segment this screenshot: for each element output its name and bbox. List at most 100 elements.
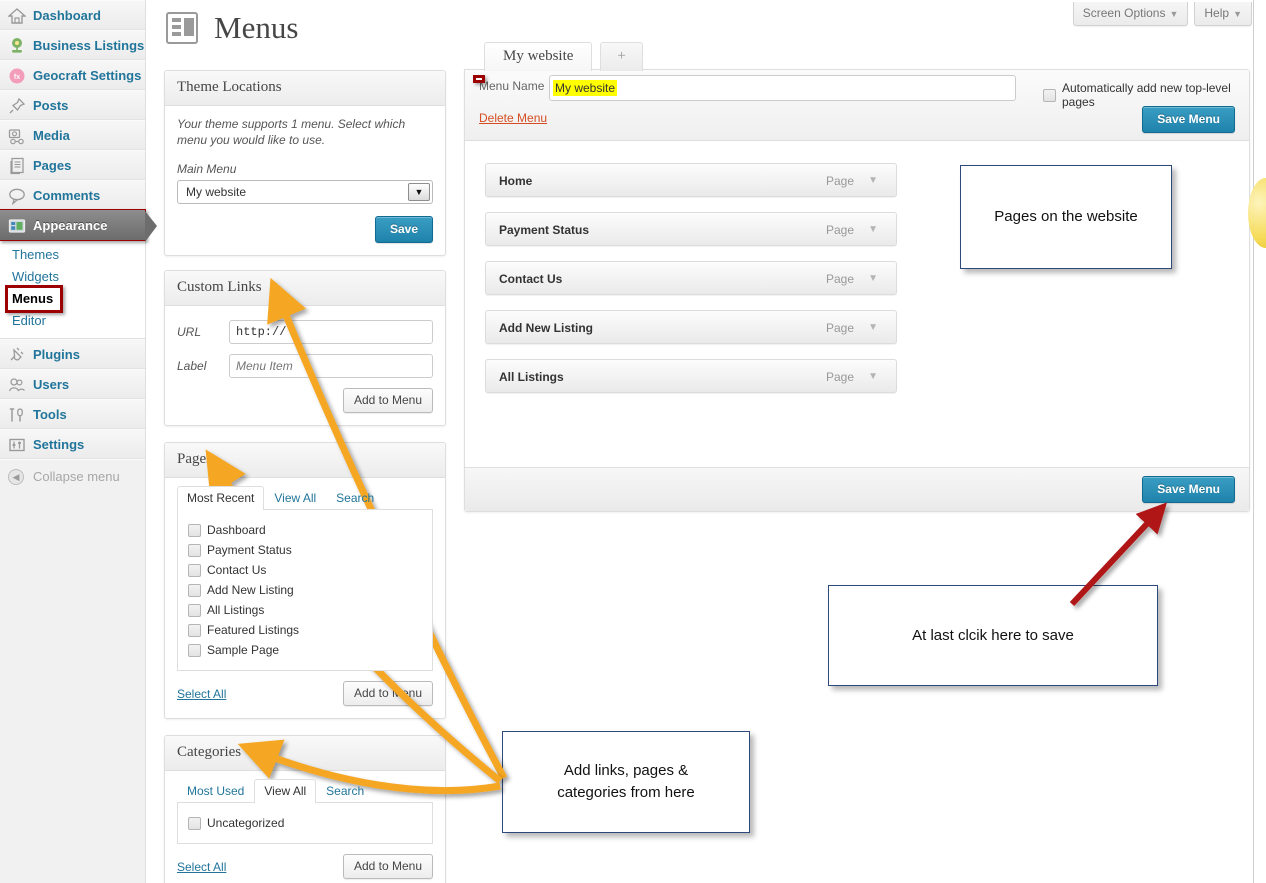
tab-add-menu[interactable]: + bbox=[600, 42, 642, 71]
chevron-down-icon[interactable]: ▼ bbox=[868, 262, 878, 296]
collapse-menu-label: Collapse menu bbox=[33, 469, 120, 484]
categories-add-to-menu-button[interactable]: Add to Menu bbox=[343, 854, 433, 879]
tab-my-website[interactable]: My website bbox=[484, 42, 592, 71]
menu-item-row[interactable]: All ListingsPage▼ bbox=[485, 359, 897, 393]
url-label: URL bbox=[177, 325, 229, 339]
custom-link-url-input[interactable] bbox=[229, 320, 433, 344]
pages-list-item[interactable]: Contact Us bbox=[188, 560, 424, 580]
sidebar-item-settings[interactable]: Settings bbox=[0, 429, 145, 459]
categories-tab-search[interactable]: Search bbox=[316, 779, 374, 803]
sidebar-item-tools[interactable]: Tools bbox=[0, 399, 145, 429]
sidebar-item-label: Users bbox=[33, 377, 69, 392]
delete-menu-link[interactable]: Delete Menu bbox=[479, 111, 547, 125]
custom-links-add-to-menu-button[interactable]: Add to Menu bbox=[343, 388, 433, 413]
menu-name-value: My website bbox=[553, 80, 617, 96]
submenu-item-widgets[interactable]: Widgets bbox=[0, 266, 145, 288]
pages-list-item[interactable]: Add New Listing bbox=[188, 580, 424, 600]
theme-locations-box: Theme Locations Your theme supports 1 me… bbox=[164, 70, 446, 256]
sidebar-item-posts[interactable]: Posts bbox=[0, 90, 145, 120]
pages-tab-search[interactable]: Search bbox=[326, 486, 384, 510]
checkbox[interactable] bbox=[188, 584, 201, 597]
menu-tabs: My website + bbox=[484, 42, 643, 71]
menu-item-row[interactable]: HomePage▼ bbox=[485, 163, 897, 197]
sidebar-secondary-menu: Plugins Users ToolsSettings bbox=[0, 339, 145, 459]
sidebar-item-geocraft-settings[interactable]: fxGeocraft Settings bbox=[0, 60, 145, 90]
sidebar-item-appearance[interactable]: Appearance bbox=[0, 210, 145, 240]
menu-name-input[interactable]: My website bbox=[549, 75, 1016, 101]
theme-locations-save-button[interactable]: Save bbox=[375, 216, 433, 243]
checkbox[interactable] bbox=[188, 524, 201, 537]
pages-tab-most-recent[interactable]: Most Recent bbox=[177, 486, 264, 510]
theme-location-selected-value: My website bbox=[186, 185, 246, 199]
page-title: Menus bbox=[214, 4, 298, 52]
menu-item-row[interactable]: Payment StatusPage▼ bbox=[485, 212, 897, 246]
menu-editor-header: Menu Name My website Automatically add n… bbox=[465, 70, 1249, 141]
label-label: Label bbox=[177, 359, 229, 373]
checkbox[interactable] bbox=[188, 817, 201, 830]
collapse-menu-button[interactable]: ◀ Collapse menu bbox=[0, 459, 145, 493]
sidebar-item-media[interactable]: Media bbox=[0, 120, 145, 150]
categories-box: Categories Most UsedView AllSearch Uncat… bbox=[164, 735, 446, 883]
auto-add-pages-row[interactable]: Automatically add new top-level pages bbox=[1043, 81, 1249, 109]
checkbox[interactable] bbox=[188, 624, 201, 637]
users-icon bbox=[8, 375, 26, 393]
sidebar-item-label: Comments bbox=[33, 188, 100, 203]
pages-list-item[interactable]: Sample Page bbox=[188, 640, 424, 660]
auto-add-pages-checkbox[interactable] bbox=[1043, 89, 1056, 102]
menu-item-row[interactable]: Contact UsPage▼ bbox=[485, 261, 897, 295]
categories-tab-view-all[interactable]: View All bbox=[254, 779, 316, 803]
chevron-down-icon[interactable]: ▼ bbox=[868, 164, 878, 198]
pages-list-item[interactable]: Dashboard bbox=[188, 520, 424, 540]
chevron-down-icon[interactable]: ▼ bbox=[868, 360, 878, 394]
custom-links-title: Custom Links bbox=[165, 271, 445, 306]
sliders-icon bbox=[8, 435, 26, 453]
save-menu-button-bottom[interactable]: Save Menu bbox=[1142, 476, 1235, 503]
checkbox[interactable] bbox=[188, 644, 201, 657]
menu-item-title: Contact Us bbox=[499, 262, 562, 296]
pages-select-all-link[interactable]: Select All bbox=[177, 687, 226, 701]
chevron-down-icon[interactable]: ▼ bbox=[868, 311, 878, 345]
submenu-item-themes[interactable]: Themes bbox=[0, 244, 145, 266]
pages-list-item[interactable]: Payment Status bbox=[188, 540, 424, 560]
sidebar-item-label: Plugins bbox=[33, 347, 80, 362]
theme-location-select[interactable]: My website ▼ bbox=[177, 180, 433, 204]
categories-tab-most-used[interactable]: Most Used bbox=[177, 779, 254, 803]
callout-add-from-here: Add links, pages & categories from here bbox=[502, 731, 750, 833]
sidebar-item-pages[interactable]: Pages bbox=[0, 150, 145, 180]
callout-save-here: At last clcik here to save bbox=[828, 585, 1158, 686]
help-button[interactable]: Help▼ bbox=[1194, 2, 1252, 26]
checkbox[interactable] bbox=[188, 564, 201, 577]
pages-box-tabs: Most RecentView AllSearch bbox=[177, 486, 433, 509]
submenu-item-editor[interactable]: Editor bbox=[0, 310, 145, 332]
menu-item-title: Payment Status bbox=[499, 213, 589, 247]
chevron-down-icon[interactable]: ▼ bbox=[868, 213, 878, 247]
screen-meta-links: Screen Options▼ Help▼ bbox=[1073, 2, 1252, 26]
pages-tab-view-all[interactable]: View All bbox=[264, 486, 326, 510]
menu-item-title: All Listings bbox=[499, 360, 564, 394]
sidebar-item-comments[interactable]: Comments bbox=[0, 180, 145, 210]
custom-link-label-input[interactable] bbox=[229, 354, 433, 378]
save-menu-button-top[interactable]: Save Menu bbox=[1142, 106, 1235, 133]
menu-item-row[interactable]: Add New ListingPage▼ bbox=[485, 310, 897, 344]
save-menu-top-label: Save Menu bbox=[1142, 106, 1235, 133]
categories-list-item[interactable]: Uncategorized bbox=[188, 813, 424, 833]
sidebar-item-plugins[interactable]: Plugins bbox=[0, 339, 145, 369]
auto-add-pages-label: Automatically add new top-level pages bbox=[1062, 81, 1249, 109]
callout-pages-on-website: Pages on the website bbox=[960, 165, 1172, 269]
sidebar-item-dashboard[interactable]: Dashboard bbox=[0, 0, 145, 30]
pages-list-item[interactable]: All Listings bbox=[188, 600, 424, 620]
sidebar-item-label: Posts bbox=[33, 98, 68, 113]
checkbox[interactable] bbox=[188, 544, 201, 557]
menu-item-title: Home bbox=[499, 164, 532, 198]
categories-box-title: Categories bbox=[165, 736, 445, 771]
sidebar-item-users[interactable]: Users bbox=[0, 369, 145, 399]
pages-add-to-menu-button[interactable]: Add to Menu bbox=[343, 681, 433, 706]
categories-checkbox-list: Uncategorized bbox=[177, 802, 433, 844]
submenu-item-menus[interactable]: Menus bbox=[0, 288, 145, 310]
main-menu-label: Main Menu bbox=[177, 162, 433, 176]
screen-options-button[interactable]: Screen Options▼ bbox=[1073, 2, 1189, 26]
checkbox[interactable] bbox=[188, 604, 201, 617]
sidebar-item-business-listings[interactable]: Business Listings bbox=[0, 30, 145, 60]
pages-list-item[interactable]: Featured Listings bbox=[188, 620, 424, 640]
categories-select-all-link[interactable]: Select All bbox=[177, 860, 226, 874]
